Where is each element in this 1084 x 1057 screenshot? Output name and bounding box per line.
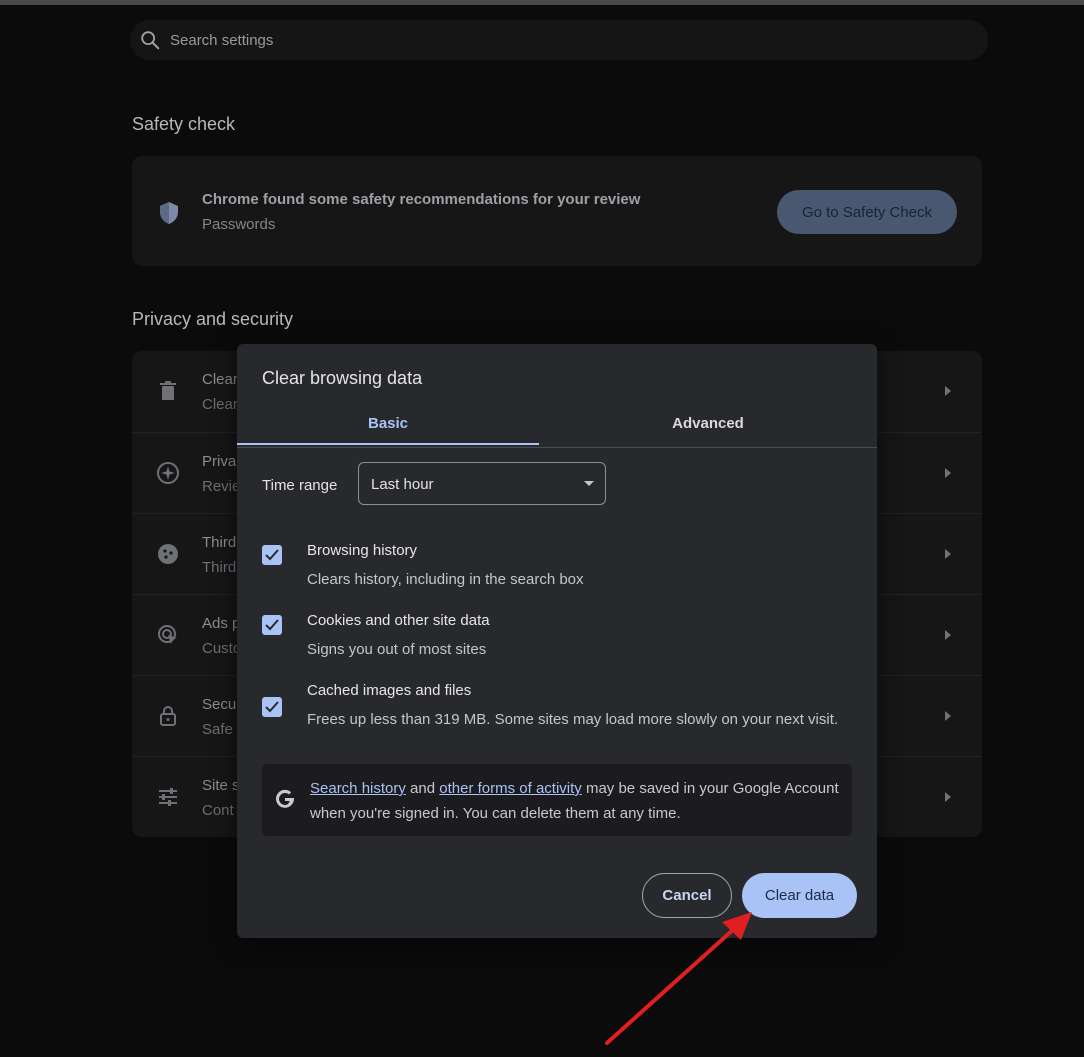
search-icon	[141, 31, 160, 50]
row-subtitle: Clear	[202, 396, 238, 413]
go-to-safety-check-button[interactable]: Go to Safety Check	[777, 190, 957, 234]
tab-advanced[interactable]: Advanced	[539, 406, 877, 446]
row-title: Secu	[202, 696, 237, 713]
row-subtitle: Third	[202, 559, 237, 576]
other-forms-of-activity-link[interactable]: other forms of activity	[439, 780, 582, 797]
search-history-link[interactable]: Search history	[310, 780, 406, 797]
lock-icon	[160, 706, 176, 726]
row-title: Third	[202, 534, 237, 551]
cookies-checkbox[interactable]	[262, 615, 282, 635]
cookie-icon	[158, 544, 178, 564]
ads-icon	[158, 625, 177, 644]
row-subtitle: Revie	[202, 478, 241, 495]
option-subtitle: Frees up less than 319 MB. Some sites ma…	[307, 711, 839, 728]
safety-check-heading: Safety check	[132, 114, 236, 134]
row-title: Clear	[202, 371, 238, 388]
privacy-security-heading: Privacy and security	[132, 309, 294, 329]
row-title: Ads p	[202, 615, 241, 632]
chevron-right-icon	[945, 711, 951, 721]
tab-basic[interactable]: Basic	[237, 406, 539, 446]
sliders-icon	[159, 788, 177, 806]
browsing-history-checkbox[interactable]	[262, 545, 282, 565]
tab-divider	[237, 447, 877, 448]
chevron-right-icon	[945, 630, 951, 640]
clear-data-button[interactable]: Clear data	[742, 873, 857, 918]
window-top-strip	[0, 0, 1084, 5]
safety-check-card: Chrome found some safety recommendations…	[132, 156, 982, 266]
time-range-value: Last hour	[371, 476, 434, 493]
option-subtitle: Clears history, including in the search …	[307, 571, 584, 588]
search-input[interactable]	[168, 30, 872, 50]
chevron-right-icon	[945, 549, 951, 559]
time-range-label: Time range	[262, 477, 338, 494]
info-text-1: and	[405, 780, 440, 797]
clear-browsing-data-dialog: Clear browsing data Basic Advanced Time …	[237, 344, 877, 938]
option-title: Cached images and files	[307, 682, 472, 699]
google-account-info: Search history and other forms of activi…	[262, 764, 852, 836]
checkmark-icon	[265, 619, 279, 631]
time-range-select[interactable]: Last hour	[358, 462, 606, 505]
row-subtitle: Safe	[202, 721, 233, 738]
option-title: Browsing history	[307, 542, 418, 559]
cached-images-checkbox[interactable]	[262, 697, 282, 717]
option-subtitle: Signs you out of most sites	[307, 641, 487, 658]
checkmark-icon	[265, 549, 279, 561]
safety-check-title: Chrome found some safety recommendations…	[202, 191, 641, 208]
safety-check-subtitle: Passwords	[202, 216, 276, 233]
chevron-right-icon	[945, 386, 951, 396]
google-g-icon	[276, 789, 294, 808]
trash-icon	[160, 381, 176, 400]
row-subtitle: Cont	[202, 802, 234, 819]
info-text: Search history and other forms of activi…	[310, 776, 840, 826]
caret-down-icon	[584, 481, 594, 486]
chevron-right-icon	[945, 792, 951, 802]
option-title: Cookies and other site data	[307, 612, 490, 629]
checkmark-icon	[265, 701, 279, 713]
chevron-right-icon	[945, 468, 951, 478]
row-title: Site s	[202, 777, 240, 794]
row-title: Priva	[202, 453, 237, 470]
search-bar[interactable]	[130, 20, 988, 60]
cancel-button[interactable]: Cancel	[642, 873, 732, 918]
dialog-title: Clear browsing data	[262, 368, 423, 388]
row-subtitle: Custo	[202, 640, 242, 657]
shield-icon	[160, 202, 178, 224]
compass-icon	[157, 462, 179, 484]
